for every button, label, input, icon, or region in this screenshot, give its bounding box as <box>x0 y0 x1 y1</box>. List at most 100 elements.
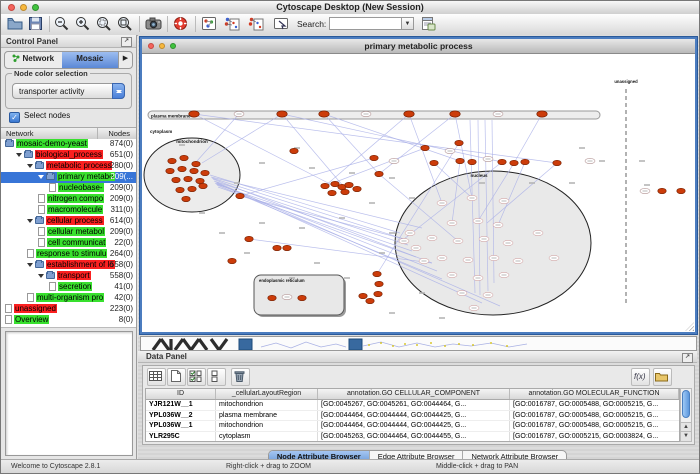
tab-network[interactable]: Network <box>5 52 62 68</box>
scroll-down-icon[interactable]: ▼ <box>681 431 691 441</box>
select-nodes-checkbox[interactable]: ✓ <box>9 112 20 123</box>
membrane-node[interactable] <box>277 111 287 117</box>
network-node[interactable] <box>468 159 476 164</box>
tree-item[interactable]: nucleobase-209(0) <box>1 183 136 194</box>
tree-item[interactable]: cellular process614(0) <box>1 216 136 227</box>
tree-item[interactable]: Overview8(0) <box>1 315 136 326</box>
network-node[interactable] <box>184 176 192 181</box>
column-header[interactable]: _cellularLayoutRegion <box>216 389 318 399</box>
vizmapper-icon[interactable] <box>201 16 219 32</box>
tree-item[interactable]: response to stimulu264(0) <box>1 249 136 260</box>
tree-item[interactable]: metabolic process280(0) <box>1 161 136 172</box>
select-nodes-row[interactable]: ✓Select nodes <box>9 111 70 123</box>
tree-item[interactable]: unassigned223(0) <box>1 304 136 315</box>
tree-item[interactable]: primary metabo209(... <box>1 172 136 183</box>
table-scrollbar[interactable]: ▲ ▼ <box>680 388 692 442</box>
tree-item[interactable]: secretion41(0) <box>1 282 136 293</box>
table-row[interactable]: YJR121W__1mitochondrion[GO:0045267, GO:0… <box>146 400 679 411</box>
network-node[interactable] <box>166 168 174 173</box>
network-node[interactable] <box>375 171 383 176</box>
network-node[interactable] <box>176 187 184 192</box>
app-titlebar[interactable]: Cytoscape Desktop (New Session) <box>1 1 699 15</box>
search-input[interactable] <box>329 17 403 30</box>
expand-arrow-icon[interactable] <box>27 219 33 226</box>
network-node[interactable] <box>375 281 383 286</box>
zoom-in-icon[interactable] <box>75 16 93 32</box>
zoom-fit-icon[interactable] <box>117 16 135 32</box>
network-node[interactable] <box>180 155 188 160</box>
network-canvas[interactable]: plasma membranecytoplasmmitochondrionnuc… <box>142 53 695 332</box>
annotation-import-icon[interactable] <box>224 16 242 32</box>
network-node[interactable] <box>677 188 685 193</box>
tree-item[interactable]: transport558(0) <box>1 271 136 282</box>
open-folder-icon[interactable] <box>653 368 672 386</box>
network-node[interactable] <box>345 182 353 187</box>
tree-item[interactable]: biological_process651(0) <box>1 150 136 161</box>
network-node[interactable] <box>199 183 207 188</box>
network-node[interactable] <box>370 155 378 160</box>
node-color-dropdown[interactable]: transporter activity <box>12 83 125 99</box>
network-node[interactable] <box>228 258 236 263</box>
tree-item[interactable]: cell communicat22(0) <box>1 238 136 249</box>
network-node[interactable] <box>273 245 281 250</box>
network-node[interactable] <box>553 160 561 165</box>
tree-item[interactable]: nitrogen compo209(0) <box>1 194 136 205</box>
attribute-table[interactable]: ID_cellularLayoutRegionannotation.GO CEL… <box>145 388 680 442</box>
table-icon[interactable] <box>147 368 166 386</box>
network-node[interactable] <box>178 166 186 171</box>
column-header[interactable]: annotation.GO MOLECULAR_FUNCTION <box>510 389 679 399</box>
scrollbar-thumb[interactable] <box>682 390 690 418</box>
membrane-node[interactable] <box>450 111 460 117</box>
expand-arrow-icon[interactable] <box>38 175 44 182</box>
save-icon[interactable] <box>28 16 46 32</box>
network-node[interactable] <box>196 178 204 183</box>
network-node[interactable] <box>298 295 306 300</box>
table-header-row[interactable]: ID_cellularLayoutRegionannotation.GO CEL… <box>146 389 679 400</box>
help-lifering-icon[interactable] <box>173 16 191 32</box>
network-node[interactable] <box>374 291 382 296</box>
network-node[interactable] <box>455 140 463 145</box>
network-node[interactable] <box>456 158 464 163</box>
network-node[interactable] <box>236 193 244 198</box>
expand-arrow-icon[interactable] <box>27 164 33 171</box>
network-view-window[interactable]: primary metabolic process plasma membran… <box>140 37 697 334</box>
formula-icon[interactable]: f(x) <box>631 368 650 386</box>
zoom-selection-icon[interactable] <box>96 16 114 32</box>
resize-grip-icon[interactable] <box>685 322 694 331</box>
network-window-titlebar[interactable]: primary metabolic process <box>142 39 695 54</box>
tree-header-divider[interactable] <box>97 128 98 139</box>
tree-item[interactable]: cellular metabol209(0) <box>1 227 136 238</box>
table-row[interactable]: YLR295Ccytoplasm[GO:0045263, GO:0044464,… <box>146 432 679 443</box>
delete-attribute-icon[interactable] <box>231 368 250 386</box>
network-node[interactable] <box>341 189 349 194</box>
network-node[interactable] <box>290 148 298 153</box>
tab-mosaic[interactable]: Mosaic <box>62 52 119 68</box>
tree-item[interactable]: macromolecule311(0) <box>1 205 136 216</box>
open-file-icon[interactable] <box>7 16 25 32</box>
network-node[interactable] <box>201 170 209 175</box>
table-row[interactable]: YPL036W__2plasma membrane[GO:0044464, GO… <box>146 411 679 422</box>
search-dropdown-icon[interactable]: ▼ <box>401 17 414 30</box>
table-row[interactable]: YPL036W__1mitochondrion[GO:0044464, GO:0… <box>146 421 679 432</box>
network-node[interactable] <box>245 236 253 241</box>
import-attributes-icon[interactable] <box>420 16 438 32</box>
unselect-attributes-icon[interactable] <box>207 368 226 386</box>
birds-eye-view[interactable] <box>5 331 133 456</box>
tree-item[interactable]: multi-organism pro42(0) <box>1 293 136 304</box>
network-node[interactable] <box>283 245 291 250</box>
network-node[interactable] <box>190 168 198 173</box>
filter-icon[interactable] <box>273 16 291 32</box>
column-header[interactable]: annotation.GO CELLULAR_COMPONENT <box>318 389 510 399</box>
expand-arrow-icon[interactable] <box>16 153 22 160</box>
network-node[interactable] <box>353 186 361 191</box>
tree-item[interactable]: mosaic-demo-yeast874(0) <box>1 139 136 150</box>
network-node[interactable] <box>421 145 429 150</box>
tab-overflow-arrow-icon[interactable]: ▶ <box>118 52 132 68</box>
expand-arrow-icon[interactable] <box>38 274 44 281</box>
network-node[interactable] <box>510 160 518 165</box>
network-node[interactable] <box>188 186 196 191</box>
network-node[interactable] <box>328 190 336 195</box>
network-node[interactable] <box>373 271 381 276</box>
select-attributes-icon[interactable] <box>187 368 206 386</box>
float-panel-icon[interactable]: ↗ <box>121 37 132 47</box>
